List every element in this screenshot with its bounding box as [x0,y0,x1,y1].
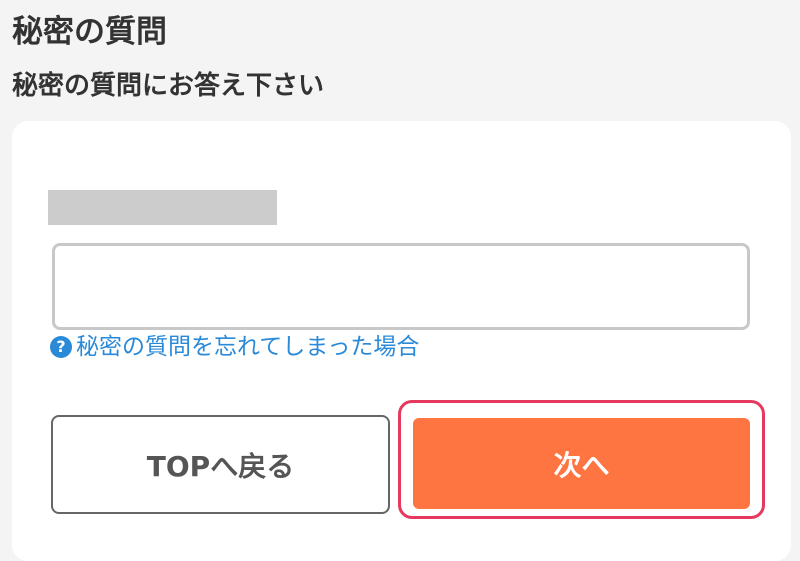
secret-question-redacted [48,190,277,225]
forgot-link-label: 秘密の質問を忘れてしまった場合 [76,334,420,360]
forgot-secret-question-link[interactable]: ? 秘密の質問を忘れてしまった場合 [50,328,419,366]
next-button[interactable]: 次へ [413,418,750,509]
page-title: 秘密の質問 [12,14,167,50]
page-subtitle: 秘密の質問にお答え下さい [12,71,325,101]
question-circle-icon: ? [50,336,72,358]
secret-answer-input[interactable] [52,243,750,330]
back-to-top-button[interactable]: TOPへ戻る [51,415,390,514]
